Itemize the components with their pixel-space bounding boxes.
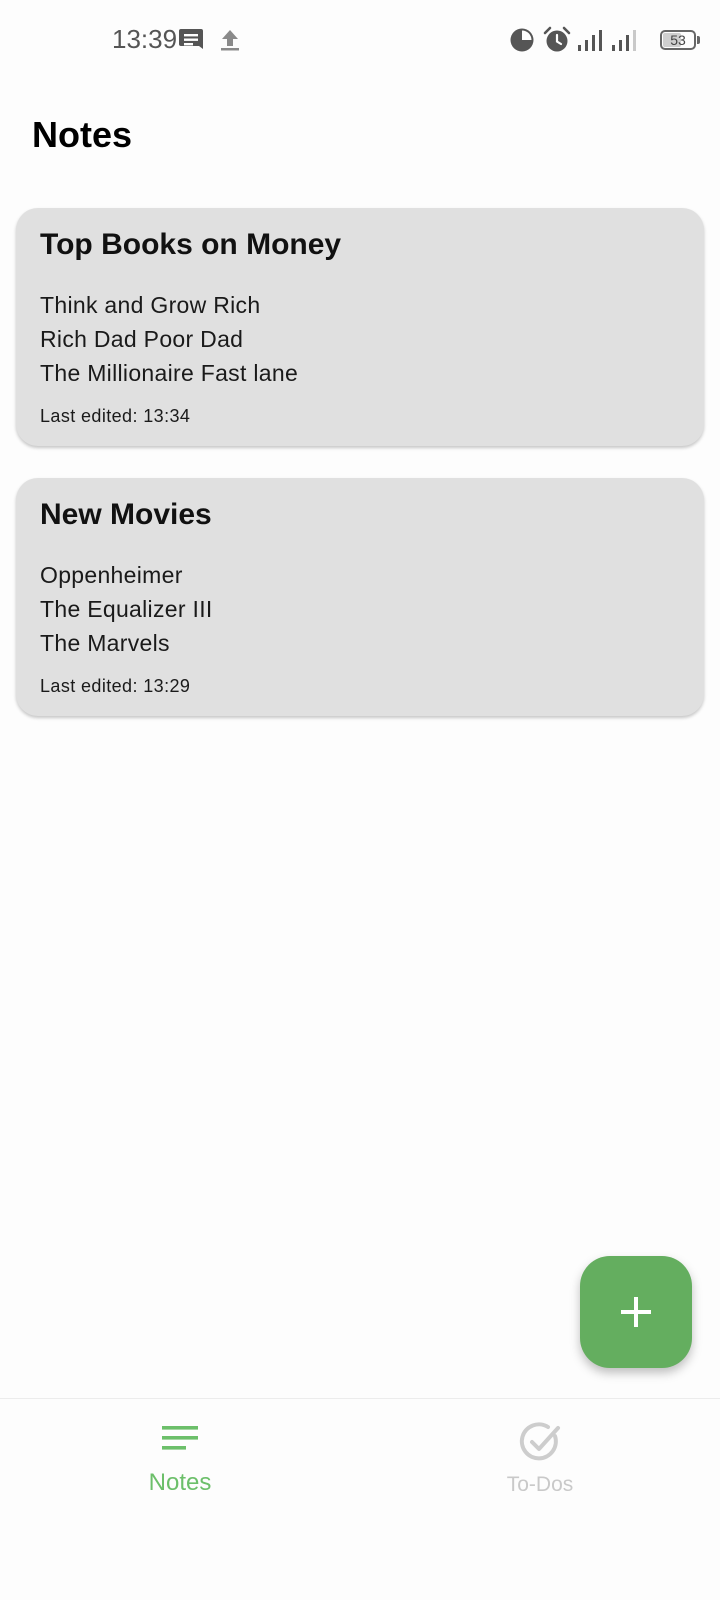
nav-label-notes: Notes — [148, 1469, 212, 1496]
nav-item-notes[interactable]: Notes — [0, 1399, 360, 1509]
note-line: The Millionaire Fast lane — [40, 360, 299, 386]
note-line: Think and Grow Rich — [40, 292, 261, 318]
page-title: Notes — [32, 114, 133, 155]
nav-item-todos[interactable]: To-Dos — [360, 1399, 720, 1509]
nav-label-todos: To-Dos — [506, 1473, 574, 1496]
bottom-navigation: Notes To-Dos — [0, 1398, 720, 1600]
note-title: New Movies — [40, 498, 212, 531]
note-body: Oppenheimer The Equalizer III The Marvel… — [40, 558, 213, 660]
note-title: Top Books on Money — [40, 228, 342, 261]
signal-icon — [612, 30, 636, 51]
notes-screen: 13:39 53 Notes Top Books on Money Think … — [0, 0, 720, 1600]
battery-nub — [697, 36, 700, 44]
note-card[interactable]: Top Books on Money Think and Grow Rich R… — [16, 208, 704, 446]
alarm-icon — [543, 26, 571, 52]
note-line: The Marvels — [40, 630, 170, 656]
status-bar: 13:39 53 — [0, 0, 720, 80]
battery-indicator: 53 — [660, 30, 696, 50]
status-time: 13:39 — [112, 24, 178, 54]
note-card[interactable]: New Movies Oppenheimer The Equalizer III… — [16, 478, 704, 716]
note-body: Think and Grow Rich Rich Dad Poor Dad Th… — [40, 288, 298, 390]
note-last-edited: Last edited: 13:29 — [40, 676, 191, 696]
plus-icon — [621, 1297, 651, 1327]
signal-icon — [578, 30, 602, 51]
add-note-button[interactable] — [580, 1256, 692, 1368]
data-saver-icon — [510, 28, 534, 52]
note-last-edited: Last edited: 13:34 — [40, 406, 191, 426]
notes-icon — [162, 1426, 198, 1450]
note-line: Rich Dad Poor Dad — [40, 326, 244, 352]
note-line: Oppenheimer — [40, 562, 183, 588]
check-circle-icon — [519, 1422, 560, 1461]
message-icon — [179, 29, 203, 49]
upload-icon — [221, 30, 239, 51]
battery-level: 53 — [670, 32, 686, 48]
note-line: The Equalizer III — [40, 596, 213, 622]
